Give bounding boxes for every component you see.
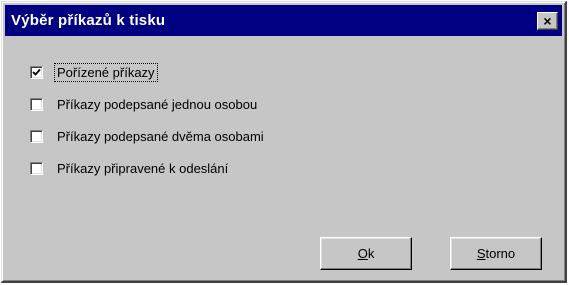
ok-label-rest: k — [367, 246, 375, 261]
checkbox-podepsane-dvema-osobami[interactable] — [30, 129, 43, 143]
option-label: Příkazy podepsané dvěma osobami — [57, 128, 264, 144]
option-porizene-prikazy[interactable]: Pořízené příkazy — [30, 62, 266, 82]
option-podepsane-jednou-osobou[interactable]: Příkazy podepsané jednou osobou — [30, 94, 266, 114]
option-label: Příkazy připravené k odeslání — [57, 160, 229, 176]
dialog-title: Výběr příkazů k tisku — [11, 12, 166, 29]
ok-button[interactable]: Ok — [320, 237, 412, 270]
option-label: Příkazy podepsané jednou osobou — [57, 96, 258, 112]
options-list: Pořízené příkazy Příkazy podepsané jedno… — [30, 62, 266, 190]
checkmark-icon — [32, 68, 41, 76]
option-label: Pořízené příkazy — [54, 62, 158, 82]
option-pripravene-k-odeslani[interactable]: Příkazy připravené k odeslání — [30, 158, 266, 178]
close-icon: × — [543, 12, 552, 29]
checkbox-podepsane-jednou-osobou[interactable] — [30, 97, 43, 111]
cancel-button[interactable]: Storno — [450, 237, 542, 270]
print-selection-dialog: Výběr příkazů k tisku × Pořízené příkazy… — [1, 1, 567, 283]
close-button[interactable]: × — [537, 11, 558, 30]
checkbox-porizene-prikazy[interactable] — [30, 65, 43, 79]
checkbox-pripravene-k-odeslani[interactable] — [30, 161, 43, 175]
option-podepsane-dvema-osobami[interactable]: Příkazy podepsané dvěma osobami — [30, 126, 266, 146]
title-bar[interactable]: Výběr příkazů k tisku × — [5, 5, 562, 36]
cancel-label-rest: torno — [485, 246, 516, 261]
ok-mnemonic: O — [357, 246, 368, 261]
cancel-mnemonic: S — [476, 246, 486, 261]
